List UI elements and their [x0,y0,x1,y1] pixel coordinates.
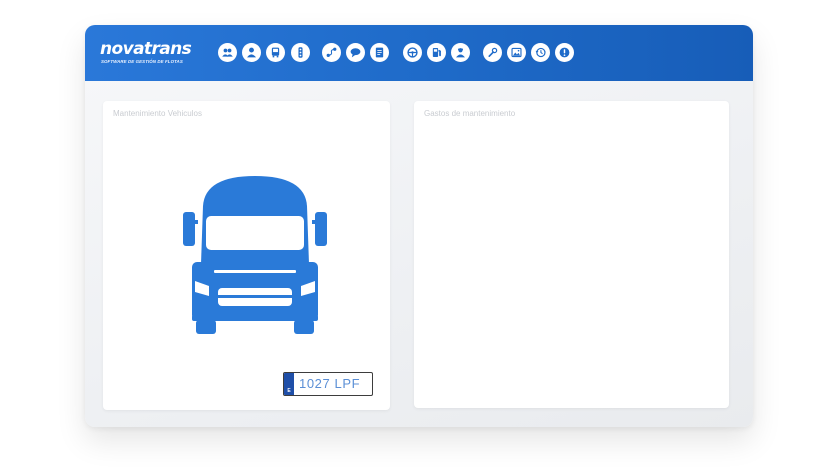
plate-country-code: E [287,388,291,394]
logo-wordmark: novatrans [100,39,192,59]
chat-icon[interactable] [346,43,365,62]
license-plate: E 1027 LPF [283,372,373,396]
mechanic-icon[interactable] [451,43,470,62]
alert-icon[interactable] [555,43,574,62]
logo-tagline: SOFTWARE DE GESTIÓN DE FLOTAS [101,59,183,64]
novatrans-logo[interactable]: novatrans SOFTWARE DE GESTIÓN DE FLOTAS [100,39,210,67]
truck-front-icon[interactable] [181,176,329,344]
panel-title: Gastos de mantenimiento [424,109,516,118]
bus-icon[interactable] [266,43,285,62]
maintenance-expenses-panel: Gastos de mantenimiento [414,101,729,408]
vehicle-maintenance-panel: Mantenimiento Vehiculos E 1027 LPF [103,101,390,410]
app-window: novatrans SOFTWARE DE GESTIÓN DE FLOTAS [85,25,753,427]
steering-wheel-icon[interactable] [403,43,422,62]
fuel-pump-icon[interactable] [427,43,446,62]
top-navigation-bar: novatrans SOFTWARE DE GESTIÓN DE FLOTAS [85,25,753,81]
user-icon[interactable] [242,43,261,62]
plate-country-band: E [284,373,294,395]
plate-number: 1027 LPF [299,376,361,391]
traffic-light-icon[interactable] [291,43,310,62]
image-icon[interactable] [507,43,526,62]
document-icon[interactable] [370,43,389,62]
route-icon[interactable] [322,43,341,62]
wrench-icon[interactable] [483,43,502,62]
panel-title: Mantenimiento Vehiculos [113,109,202,118]
history-icon[interactable] [531,43,550,62]
users-icon[interactable] [218,43,237,62]
